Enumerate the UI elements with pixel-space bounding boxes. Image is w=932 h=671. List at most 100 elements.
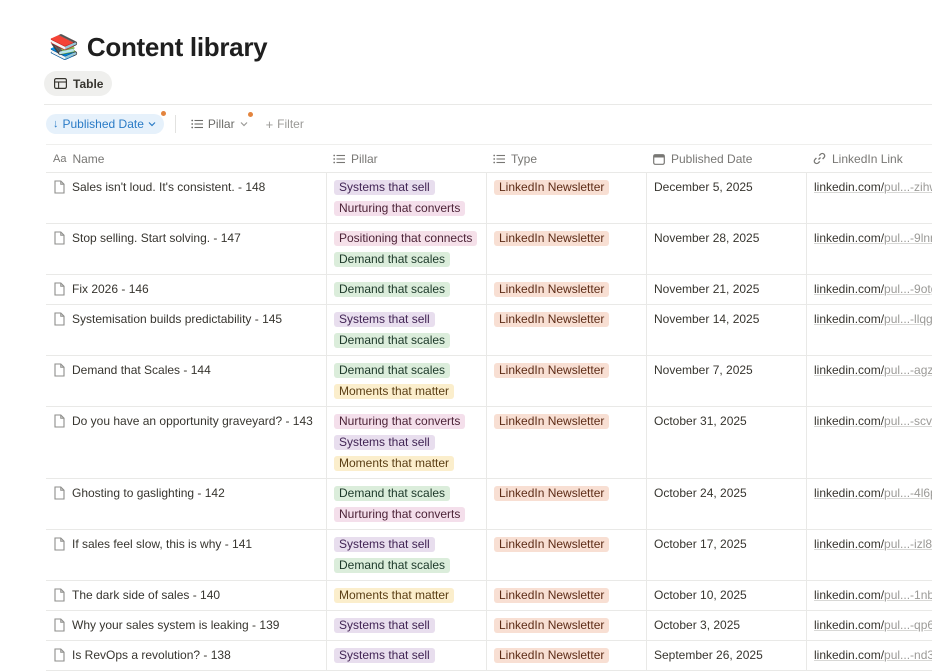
table-row[interactable]: If sales feel slow, this is why - 141 Sys… (46, 530, 932, 581)
page-link[interactable]: Sales isn't loud. It's consistent. - 148 (54, 180, 265, 199)
group-by-pillar-button[interactable]: Pillar (191, 112, 253, 131)
table-row[interactable]: Ghosting to gaslighting - 142 Demand that… (46, 479, 932, 530)
pillar-tag[interactable]: Moments that matter (334, 384, 455, 399)
pillar-cell[interactable]: Systems that sell (326, 611, 486, 640)
pillar-tag[interactable]: Demand that scales (334, 333, 451, 348)
pillar-cell[interactable]: Moments that matter (326, 581, 486, 610)
type-cell[interactable]: LinkedIn Newsletter (486, 479, 646, 529)
pillar-tag[interactable]: Nurturing that converts (334, 507, 466, 522)
linkedin-link[interactable]: linkedin.com/pul...-1nbj (814, 588, 932, 602)
pillar-tag[interactable]: Demand that scales (334, 363, 451, 378)
page-link[interactable]: Stop selling. Start solving. - 147 (54, 231, 241, 250)
column-header-type[interactable]: Type (486, 145, 537, 172)
type-tag[interactable]: LinkedIn Newsletter (494, 414, 610, 429)
page-link[interactable]: Ghosting to gaslighting - 142 (54, 486, 225, 505)
link-cell[interactable]: linkedin.com/pul...-agzc (806, 356, 932, 406)
link-cell[interactable]: linkedin.com/pul...-scvc (806, 407, 932, 478)
pillar-tag[interactable]: Positioning that connects (334, 231, 478, 246)
date-cell[interactable]: November 28, 2025 (646, 224, 806, 274)
linkedin-link[interactable]: linkedin.com/pul...-9lnn (814, 231, 932, 245)
pillar-cell[interactable]: Demand that scales (326, 275, 486, 304)
linkedin-link[interactable]: linkedin.com/pul...-scvc (814, 414, 932, 428)
link-cell[interactable]: linkedin.com/pul...-nd3 (806, 641, 932, 670)
date-cell[interactable]: November 14, 2025 (646, 305, 806, 355)
page-title[interactable]: Content library (87, 32, 268, 63)
page-link[interactable]: If sales feel slow, this is why - 141 (54, 537, 252, 556)
table-row[interactable]: Fix 2026 - 146 Demand that scales LinkedIn… (46, 275, 932, 305)
date-cell[interactable]: October 17, 2025 (646, 530, 806, 580)
type-tag[interactable]: LinkedIn Newsletter (494, 312, 610, 327)
pillar-tag[interactable]: Moments that matter (334, 588, 455, 603)
pillar-tag[interactable]: Nurturing that converts (334, 414, 466, 429)
page-link[interactable]: Systemisation builds predictability - 14… (54, 312, 282, 331)
type-tag[interactable]: LinkedIn Newsletter (494, 282, 610, 297)
pillar-cell[interactable]: Systems that sell Demand that scales (326, 305, 486, 355)
link-cell[interactable]: linkedin.com/pul...-llqgs (806, 305, 932, 355)
pillar-tag[interactable]: Nurturing that converts (334, 201, 466, 216)
page-link[interactable]: The dark side of sales - 140 (54, 588, 220, 607)
sort-chip[interactable]: ↓ Published Date (46, 111, 166, 134)
pillar-tag[interactable]: Systems that sell (334, 435, 435, 450)
date-cell[interactable]: October 3, 2025 (646, 611, 806, 640)
date-cell[interactable]: December 5, 2025 (646, 173, 806, 223)
column-header-linkedin-link[interactable]: LinkedIn Link (806, 145, 903, 172)
pillar-tag[interactable]: Moments that matter (334, 456, 455, 471)
linkedin-link[interactable]: linkedin.com/pul...-zihw (814, 180, 932, 194)
link-cell[interactable]: linkedin.com/pul...-9lnn (806, 224, 932, 274)
pillar-tag[interactable]: Demand that scales (334, 558, 451, 573)
link-cell[interactable]: linkedin.com/pul...-izl8e (806, 530, 932, 580)
pillar-cell[interactable]: Systems that sell Demand that scales (326, 530, 486, 580)
pillar-tag[interactable]: Demand that scales (334, 282, 451, 297)
table-row[interactable]: Demand that Scales - 144 Demand that scal… (46, 356, 932, 407)
pillar-tag[interactable]: Systems that sell (334, 180, 435, 195)
date-cell[interactable]: October 31, 2025 (646, 407, 806, 478)
type-cell[interactable]: LinkedIn Newsletter (486, 275, 646, 304)
type-tag[interactable]: LinkedIn Newsletter (494, 537, 610, 552)
date-cell[interactable]: October 10, 2025 (646, 581, 806, 610)
type-cell[interactable]: LinkedIn Newsletter (486, 173, 646, 223)
type-cell[interactable]: LinkedIn Newsletter (486, 407, 646, 478)
type-cell[interactable]: LinkedIn Newsletter (486, 224, 646, 274)
type-tag[interactable]: LinkedIn Newsletter (494, 486, 610, 501)
column-header-name[interactable]: Aa Name (46, 145, 104, 172)
page-link[interactable]: Why your sales system is leaking - 139 (54, 618, 279, 637)
table-row[interactable]: The dark side of sales - 140 Moments that… (46, 581, 932, 611)
link-cell[interactable]: linkedin.com/pul...-1nbj (806, 581, 932, 610)
linkedin-link[interactable]: linkedin.com/pul...-9otg (814, 282, 932, 296)
table-row[interactable]: Is RevOps a revolution? - 138 Systems tha… (46, 641, 932, 671)
link-cell[interactable]: linkedin.com/pul...-zihw (806, 173, 932, 223)
linkedin-link[interactable]: linkedin.com/pul...-4l6p (814, 486, 932, 500)
linkedin-link[interactable]: linkedin.com/pul...-nd3 (814, 648, 932, 662)
pillar-tag[interactable]: Systems that sell (334, 537, 435, 552)
link-cell[interactable]: linkedin.com/pul...-4l6p (806, 479, 932, 529)
type-cell[interactable]: LinkedIn Newsletter (486, 356, 646, 406)
pillar-cell[interactable]: Demand that scales Nurturing that convert… (326, 479, 486, 529)
table-row[interactable]: Do you have an opportunity graveyard? - … (46, 407, 932, 479)
type-tag[interactable]: LinkedIn Newsletter (494, 363, 610, 378)
add-filter-button[interactable]: + Filter (266, 117, 304, 132)
pillar-cell[interactable]: Nurturing that converts Systems that sell… (326, 407, 486, 478)
page-link[interactable]: Fix 2026 - 146 (54, 282, 149, 301)
linkedin-link[interactable]: linkedin.com/pul...-qp6 (814, 618, 932, 632)
pillar-cell[interactable]: Positioning that connects Demand that sca… (326, 224, 486, 274)
date-cell[interactable]: November 21, 2025 (646, 275, 806, 304)
type-cell[interactable]: LinkedIn Newsletter (486, 611, 646, 640)
column-header-published-date[interactable]: Published Date (646, 145, 752, 172)
table-row[interactable]: Why your sales system is leaking - 139 Sy… (46, 611, 932, 641)
type-tag[interactable]: LinkedIn Newsletter (494, 618, 610, 633)
linkedin-link[interactable]: linkedin.com/pul...-agzc (814, 363, 932, 377)
type-cell[interactable]: LinkedIn Newsletter (486, 305, 646, 355)
page-link[interactable]: Demand that Scales - 144 (54, 363, 211, 382)
pillar-cell[interactable]: Systems that sell (326, 641, 486, 670)
linkedin-link[interactable]: linkedin.com/pul...-llqgs (814, 312, 932, 326)
date-cell[interactable]: November 7, 2025 (646, 356, 806, 406)
pillar-tag[interactable]: Demand that scales (334, 486, 451, 501)
pillar-tag[interactable]: Systems that sell (334, 312, 435, 327)
page-link[interactable]: Do you have an opportunity graveyard? - … (54, 414, 313, 433)
type-tag[interactable]: LinkedIn Newsletter (494, 231, 610, 246)
type-tag[interactable]: LinkedIn Newsletter (494, 180, 610, 195)
pillar-tag[interactable]: Systems that sell (334, 618, 435, 633)
date-cell[interactable]: September 26, 2025 (646, 641, 806, 670)
page-link[interactable]: Is RevOps a revolution? - 138 (54, 648, 231, 667)
link-cell[interactable]: linkedin.com/pul...-9otg (806, 275, 932, 304)
